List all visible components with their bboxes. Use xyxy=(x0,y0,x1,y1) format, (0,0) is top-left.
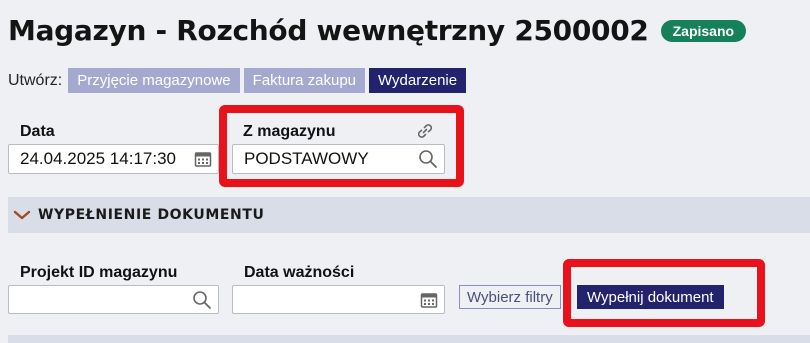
create-label: Utwórz: xyxy=(8,71,63,89)
date-field[interactable]: 24.04.2025 14:17:30 xyxy=(8,144,219,174)
expiry-label: Data ważności xyxy=(244,264,355,281)
highlight-box-fill-button xyxy=(563,259,765,327)
section-fill-document[interactable]: WYPEŁNIENIE DOKUMENTU xyxy=(8,197,810,233)
project-label: Projekt ID magazynu xyxy=(20,264,178,281)
create-toolbar: Utwórz: Przyjęcie magazynowe Faktura zak… xyxy=(8,68,470,93)
calendar-icon[interactable] xyxy=(194,150,212,168)
header: Magazyn - Rozchód wewnętrzny 2500002 Zap… xyxy=(8,14,747,47)
page-title: Magazyn - Rozchód wewnętrzny 2500002 xyxy=(8,14,649,47)
create-purchase-invoice-button[interactable]: Faktura zakupu xyxy=(243,68,366,93)
date-value: 24.04.2025 14:17:30 xyxy=(20,149,176,168)
calendar-icon[interactable] xyxy=(420,291,438,309)
next-section-bar xyxy=(8,335,810,343)
date-label: Data xyxy=(20,123,55,140)
section-title: WYPEŁNIENIE DOKUMENTU xyxy=(38,207,265,223)
project-field[interactable] xyxy=(8,285,219,314)
expiry-field[interactable] xyxy=(232,285,445,314)
choose-filters-button[interactable]: Wybierz filtry xyxy=(459,285,561,309)
create-event-button[interactable]: Wydarzenie xyxy=(369,68,467,93)
create-goods-receipt-button[interactable]: Przyjęcie magazynowe xyxy=(68,68,240,93)
highlight-box-warehouse xyxy=(219,105,464,187)
status-badge: Zapisano xyxy=(660,19,747,42)
search-icon[interactable] xyxy=(192,290,212,310)
chevron-down-icon[interactable] xyxy=(12,208,32,222)
